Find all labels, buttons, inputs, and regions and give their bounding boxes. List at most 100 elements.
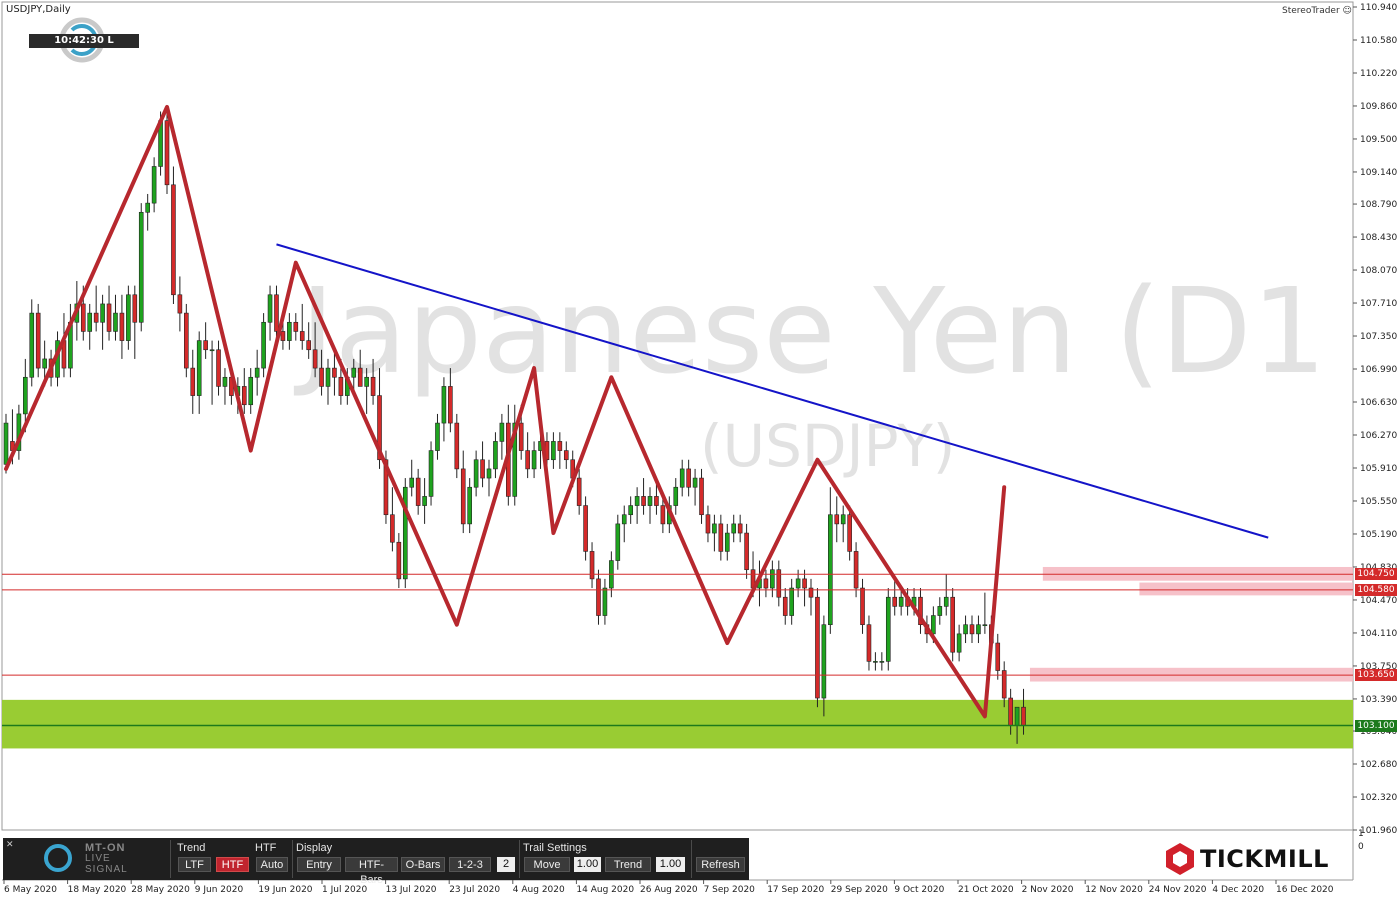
smiley-icon: ☺ — [1342, 6, 1352, 16]
bear-candle — [699, 477, 704, 516]
bull-candle — [724, 532, 730, 552]
display-o-bars-button[interactable]: O-Bars — [401, 857, 445, 872]
bear-candle — [396, 541, 402, 580]
price-tick-label: 101.960 — [1360, 826, 1397, 836]
bull-candle — [795, 578, 801, 589]
date-tick-label: 13 Jul 2020 — [386, 885, 437, 895]
bear-candle — [280, 331, 286, 341]
bull-candle — [351, 367, 357, 378]
date-tick-label: 4 Aug 2020 — [513, 885, 565, 895]
bear-candle — [892, 596, 898, 607]
bear-candle — [744, 532, 749, 571]
bull-candle — [982, 624, 988, 627]
trail-move-value[interactable]: 1.00 — [574, 857, 601, 872]
bear-candle — [119, 312, 125, 341]
bull-candle — [943, 596, 949, 607]
bear-candle — [184, 312, 189, 369]
bear-candle — [35, 312, 41, 369]
bear-candle — [460, 468, 466, 525]
trend-ltf-button[interactable]: LTF — [178, 857, 211, 872]
time-axis[interactable]: 6 May 2020 18 May 2020 28 May 2020 9 Jun 20… — [3, 880, 1334, 895]
bull-candle — [87, 312, 93, 332]
watermark-subtitle: (USDJPY) — [700, 412, 955, 480]
bear-candle — [332, 367, 337, 378]
trail-move-button[interactable]: Move — [524, 857, 570, 872]
symbol-label: USDJPY,Daily — [6, 4, 71, 15]
bull-candle — [441, 386, 447, 424]
price-tick-label: 108.070 — [1360, 266, 1397, 276]
bull-candle — [712, 523, 717, 534]
bull-candle — [428, 450, 434, 497]
trail-trend-button[interactable]: Trend — [605, 857, 651, 872]
level-price-label: 104.580 — [1355, 583, 1397, 596]
bear-candle — [203, 340, 208, 351]
logo-line-2: LIVE — [85, 853, 111, 864]
bear-candle — [80, 303, 86, 332]
sub-axis-tick-label: 0 — [1358, 842, 1364, 852]
support-zone — [2, 699, 1353, 749]
display-123-button[interactable]: 1-2-3 — [449, 857, 491, 872]
bull-candle — [821, 624, 827, 699]
tickmill-wordmark: TICKMILL — [1200, 845, 1329, 873]
bull-candle — [138, 211, 144, 323]
bull-candle — [151, 166, 157, 204]
display-entry-button[interactable]: Entry — [297, 857, 341, 872]
bull-candle — [789, 587, 794, 616]
bull-candle — [879, 661, 885, 663]
date-tick-label: 12 Nov 2020 — [1085, 885, 1143, 895]
price-chart[interactable]: Japanese Yen (D1 (USDJPY) 110.940 110.580… — [0, 0, 1400, 900]
bear-candle — [815, 596, 820, 699]
bull-candle — [435, 422, 440, 451]
bear-candle — [737, 523, 743, 534]
panel-close-icon[interactable]: ✕ — [6, 839, 14, 850]
logo-line-3: SIGNAL — [85, 864, 128, 875]
price-tick-label: 109.860 — [1360, 102, 1397, 112]
bull-candle — [145, 202, 150, 213]
price-tick-label: 109.500 — [1360, 135, 1397, 145]
price-tick-label: 106.990 — [1360, 365, 1397, 375]
bear-candle — [480, 459, 485, 479]
stereo-trader-label[interactable]: StereoTrader ☺ — [1282, 6, 1352, 16]
refresh-button[interactable]: Refresh — [696, 857, 745, 872]
price-tick-label: 108.430 — [1360, 233, 1397, 243]
bull-candle — [976, 624, 981, 635]
date-tick-label: 14 Aug 2020 — [576, 885, 634, 895]
bear-candle — [190, 367, 196, 396]
date-tick-label: 9 Jun 2020 — [195, 885, 244, 895]
bull-candle — [113, 312, 118, 332]
bear-candle — [660, 505, 666, 525]
level-price-label: 104.750 — [1355, 568, 1397, 581]
price-tick-label: 108.790 — [1360, 200, 1397, 210]
display-htf-bars-button[interactable]: HTF-Bars — [345, 857, 398, 886]
bull-candle — [634, 496, 640, 506]
sub-axis: 10 — [1358, 829, 1364, 852]
bear-candle — [274, 294, 279, 332]
level-price-label: 103.100 — [1355, 719, 1397, 732]
bull-candle — [287, 321, 292, 341]
drawings-layer[interactable] — [4, 104, 1269, 719]
bear-candle — [576, 477, 582, 506]
bear-candle — [563, 450, 569, 461]
display-count-field[interactable]: 2 — [497, 857, 515, 872]
bear-candle — [132, 294, 138, 323]
htf-auto-button[interactable]: Auto — [256, 857, 288, 872]
price-tick-label: 107.350 — [1360, 332, 1397, 342]
display-title: Display — [296, 842, 333, 854]
bull-candle — [325, 367, 331, 387]
bull-candle — [770, 569, 775, 589]
bear-candle — [1008, 697, 1013, 726]
date-tick-label: 17 Sep 2020 — [767, 885, 824, 895]
bull-candle — [467, 486, 472, 525]
bear-candle — [1021, 706, 1026, 726]
chart-window[interactable]: Japanese Yen (D1 (USDJPY) 110.940 110.580… — [0, 0, 1400, 900]
trend-title: Trend — [177, 842, 206, 854]
price-tick-label: 107.710 — [1360, 299, 1397, 309]
trend-htf-button[interactable]: HTF — [216, 857, 249, 872]
price-axis[interactable]: 110.940 110.580 110.220 109.860 109.500 109.1… — [1353, 3, 1397, 836]
bull-candle — [628, 505, 633, 516]
trail-trend-value[interactable]: 1.00 — [656, 857, 685, 872]
bear-candle — [860, 587, 865, 626]
bear-candle — [319, 367, 324, 387]
bull-candle — [248, 376, 254, 406]
price-tick-label: 103.390 — [1360, 695, 1397, 705]
